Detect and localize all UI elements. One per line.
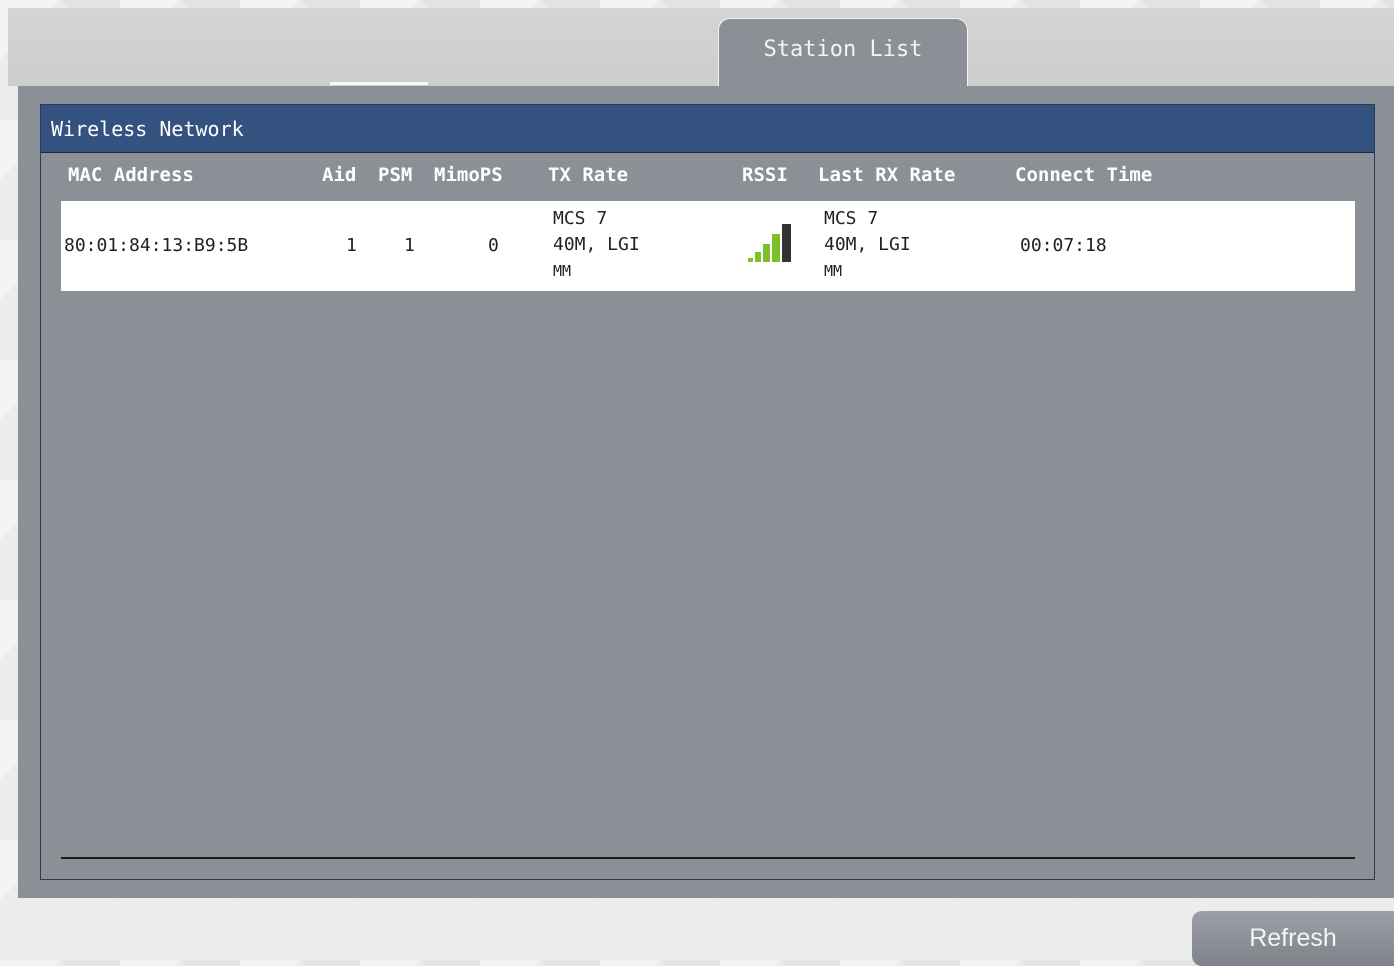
tx-rate-mode: MM xyxy=(553,262,572,280)
signal-bar xyxy=(755,252,761,262)
tab-station-list[interactable]: Station List xyxy=(718,18,968,88)
signal-bar xyxy=(763,244,770,262)
rx-rate-mcs: MCS 7 xyxy=(824,208,879,229)
tab-indicator xyxy=(330,82,428,85)
tx-rate-mcs: MCS 7 xyxy=(553,208,608,229)
cell-mac: 80:01:84:13:B9:5B xyxy=(64,235,249,256)
signal-bar xyxy=(782,224,791,262)
section-title: Wireless Network xyxy=(41,105,1374,153)
rx-rate-bandwidth: 40M, LGI xyxy=(824,234,911,255)
column-header-connect-time: Connect Time xyxy=(1015,164,1153,186)
table-row xyxy=(61,201,1355,291)
column-header-rssi: RSSI xyxy=(742,164,788,186)
column-header-psm: PSM xyxy=(378,164,413,186)
signal-bar xyxy=(772,234,780,262)
tx-rate-bandwidth: 40M, LGI xyxy=(553,234,640,255)
signal-strength-icon xyxy=(748,224,791,262)
rx-rate-mode: MM xyxy=(824,262,843,280)
column-header-mimops: MimoPS xyxy=(434,164,503,186)
cell-tx-rate: MCS 7 40M, LGI MM xyxy=(553,206,640,284)
top-bar xyxy=(8,8,1394,86)
column-header-mac: MAC Address xyxy=(68,164,194,186)
cell-mimops: 0 xyxy=(488,235,499,256)
column-header-tx-rate: TX Rate xyxy=(548,164,629,186)
cell-connect-time: 00:07:18 xyxy=(1020,235,1107,256)
cell-last-rx-rate: MCS 7 40M, LGI MM xyxy=(824,206,911,284)
table-bottom-divider xyxy=(61,857,1355,859)
cell-psm: 1 xyxy=(404,235,415,256)
cell-aid: 1 xyxy=(346,235,357,256)
signal-bar xyxy=(748,258,753,262)
column-header-aid: Aid xyxy=(322,164,357,186)
refresh-button[interactable]: Refresh xyxy=(1192,911,1394,966)
column-header-last-rx-rate: Last RX Rate xyxy=(818,164,956,186)
